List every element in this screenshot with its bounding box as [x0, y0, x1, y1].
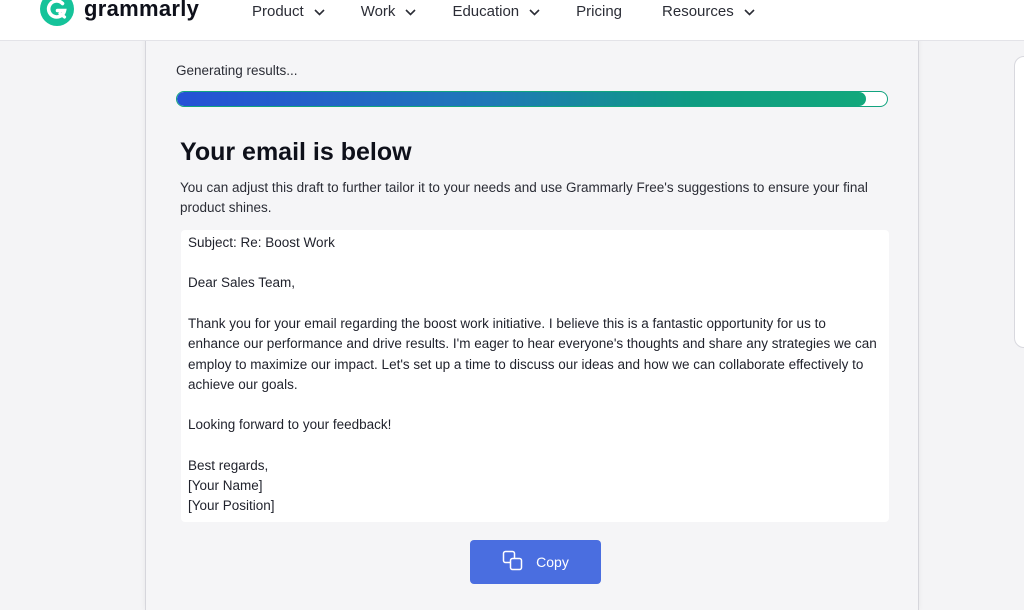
- grammarly-g-icon: [40, 0, 74, 26]
- chevron-down-icon: [405, 3, 417, 20]
- progress-bar: [176, 91, 888, 107]
- side-panel-edge: [1014, 56, 1024, 348]
- email-sign-off: Best regards,: [188, 458, 269, 473]
- nav-item-pricing[interactable]: Pricing: [576, 3, 622, 20]
- nav-item-resources[interactable]: Resources: [662, 3, 755, 20]
- nav-item-label: Resources: [662, 2, 734, 20]
- email-sender-name: [Your Name]: [188, 478, 263, 493]
- copy-button[interactable]: Copy: [470, 540, 601, 584]
- email-body: Thank you for your email regarding the b…: [188, 316, 877, 392]
- email-closing-line: Looking forward to your feedback!: [188, 417, 392, 432]
- email-subject: Subject: Re: Boost Work: [188, 235, 335, 250]
- nav-item-label: Education: [452, 2, 520, 20]
- progress-label: Generating results...: [176, 63, 298, 78]
- copy-icon: [502, 550, 524, 575]
- nav-item-product[interactable]: Product: [252, 3, 325, 20]
- chevron-down-icon: [529, 3, 540, 20]
- nav-item-label: Product: [252, 2, 304, 20]
- chevron-down-icon: [314, 3, 325, 20]
- chevron-down-icon: [744, 3, 755, 20]
- main-nav: Product Work Education Pricing Resources: [252, 0, 791, 22]
- nav-item-label: Pricing: [576, 2, 623, 20]
- top-navigation-bar: grammarly Product Work Education Pricing…: [0, 0, 1024, 41]
- copy-button-label: Copy: [536, 554, 569, 570]
- progress-bar-fill: [177, 92, 866, 106]
- email-draft-textarea[interactable]: Subject: Re: Boost Work Dear Sales Team,…: [181, 230, 889, 522]
- email-result-card: Generating results... Your email is belo…: [145, 30, 919, 610]
- nav-item-label: Work: [360, 2, 396, 20]
- nav-item-education[interactable]: Education: [452, 3, 540, 20]
- result-description: You can adjust this draft to further tai…: [180, 180, 868, 215]
- email-sender-position: [Your Position]: [188, 498, 275, 513]
- email-greeting: Dear Sales Team,: [188, 275, 296, 290]
- nav-item-work[interactable]: Work: [361, 3, 417, 20]
- brand-name: grammarly: [84, 0, 200, 21]
- grammarly-logo[interactable]: grammarly: [40, 0, 199, 26]
- page-title: Your email is below: [180, 138, 412, 166]
